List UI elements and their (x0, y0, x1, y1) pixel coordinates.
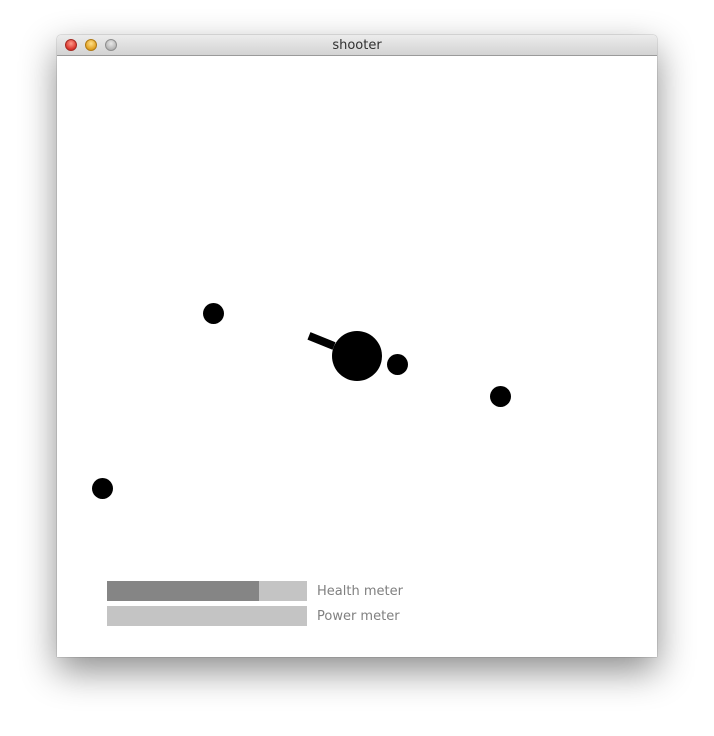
player-barrel (307, 332, 336, 350)
game-window: shooter Health meter Power meter (57, 35, 657, 657)
projectile (387, 354, 408, 375)
player (332, 331, 382, 381)
game-canvas[interactable]: Health meter Power meter (57, 56, 657, 657)
enemy (203, 303, 224, 324)
title-bar[interactable]: shooter (57, 35, 657, 56)
power-meter-label: Power meter (317, 609, 400, 624)
power-meter (107, 606, 307, 626)
health-meter-label: Health meter (317, 584, 403, 599)
health-meter (107, 581, 307, 601)
enemy (92, 478, 113, 499)
enemy (490, 386, 511, 407)
health-meter-fill (107, 581, 259, 601)
window-title: shooter (332, 38, 382, 53)
